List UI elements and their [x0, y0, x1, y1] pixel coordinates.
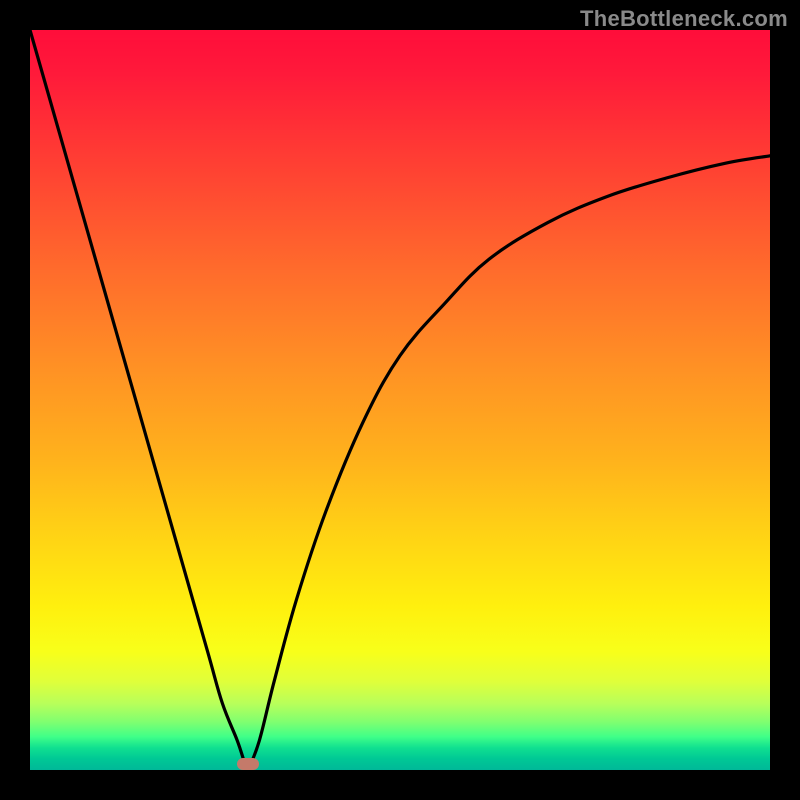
bottleneck-curve-right [248, 156, 770, 770]
chart-frame: TheBottleneck.com [0, 0, 800, 800]
plot-area [30, 30, 770, 770]
watermark-text: TheBottleneck.com [580, 6, 788, 32]
min-marker [237, 758, 259, 770]
bottleneck-curve-left [30, 30, 248, 770]
curve-svg [30, 30, 770, 770]
